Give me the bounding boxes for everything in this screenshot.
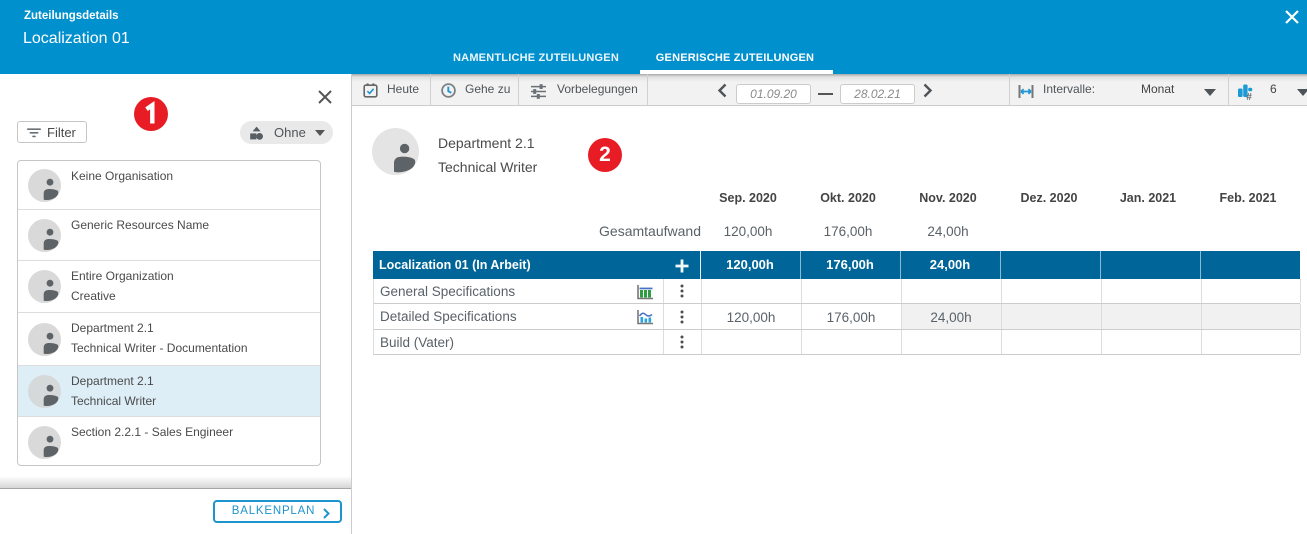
svg-text:#: # [1246, 92, 1252, 101]
